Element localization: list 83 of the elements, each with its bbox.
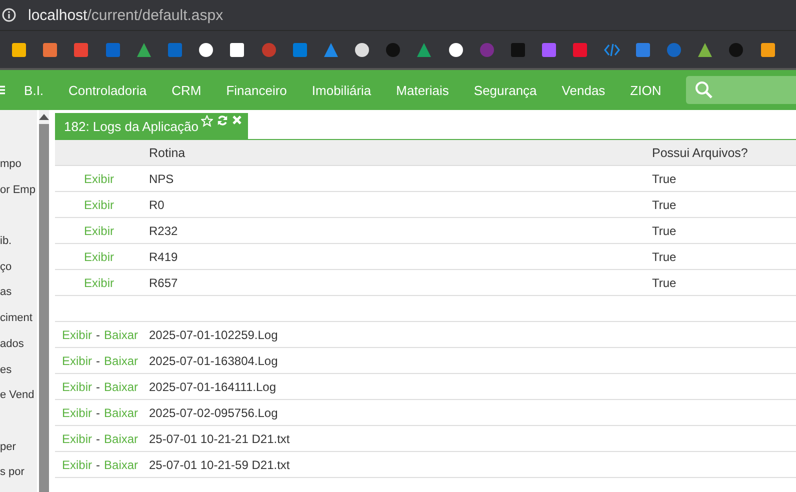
- file-name: 25-07-01 10-21-59 D21.txt: [149, 458, 290, 472]
- menu-icon[interactable]: [0, 84, 6, 96]
- file-name: 2025-07-01-164111.Log: [149, 380, 276, 394]
- circle-icon[interactable]: [448, 42, 464, 58]
- view-link[interactable]: Exibir: [84, 172, 114, 186]
- tab-title: 182: Logs da Aplicação: [64, 119, 198, 134]
- table-cell: True: [652, 198, 676, 212]
- view-link[interactable]: Exibir: [84, 198, 114, 212]
- download-link[interactable]: Baixar: [104, 432, 138, 446]
- sidebar-item[interactable]: or Emp: [0, 184, 36, 196]
- separator-text: -: [96, 432, 100, 446]
- table-cell: True: [652, 250, 676, 264]
- refresh-icon[interactable]: [217, 115, 228, 126]
- file-name: 25-07-01 10-21-21 D21.txt: [149, 432, 290, 446]
- close-icon[interactable]: [232, 115, 242, 125]
- nav-menu-item[interactable]: Imobiliária: [312, 82, 372, 98]
- nav-menu-item[interactable]: Financeiro: [226, 82, 287, 98]
- table-cell: True: [652, 224, 676, 238]
- view-link[interactable]: Exibir: [84, 224, 114, 238]
- table-cell: NPS: [149, 172, 174, 186]
- table-cell: True: [652, 172, 676, 186]
- column-header: Rotina: [149, 146, 186, 160]
- triangle-icon[interactable]: [416, 42, 432, 58]
- triangle-icon[interactable]: [136, 42, 152, 58]
- view-link[interactable]: Exibir: [62, 328, 92, 342]
- table-cell: True: [652, 276, 676, 290]
- separator-text: -: [96, 406, 100, 420]
- triangle-icon[interactable]: [322, 42, 339, 58]
- separator-text: -: [96, 380, 100, 394]
- separator-text: -: [96, 458, 100, 472]
- sidebar-item[interactable]: es: [0, 364, 12, 376]
- info-icon[interactable]: [2, 8, 16, 22]
- square-icon[interactable]: [760, 42, 776, 58]
- column-header: Possui Arquivos?: [652, 146, 749, 160]
- circle-icon[interactable]: [354, 42, 370, 58]
- view-link[interactable]: Exibir: [62, 432, 92, 446]
- sidebar-item[interactable]: per: [0, 440, 16, 453]
- url-text: localhost/current/default.aspx: [28, 6, 224, 24]
- table-cell: R657: [149, 276, 178, 290]
- view-link[interactable]: Exibir: [84, 276, 114, 290]
- nav-menu-item[interactable]: Segurança: [474, 82, 537, 98]
- view-link[interactable]: Exibir: [62, 354, 92, 368]
- sidebar-item[interactable]: ço: [0, 260, 12, 273]
- download-link[interactable]: Baixar: [104, 354, 138, 368]
- square-icon[interactable]: [229, 42, 246, 58]
- view-link[interactable]: Exibir: [62, 406, 92, 420]
- sidebar-item[interactable]: ciment: [0, 312, 32, 324]
- file-name: 2025-07-02-095756.Log: [149, 406, 278, 420]
- search-icon: [695, 81, 714, 99]
- nav-menu-item[interactable]: CRM: [172, 82, 202, 98]
- nav-menu-item[interactable]: Vendas: [562, 82, 606, 98]
- nav-menu-item[interactable]: ZION: [630, 82, 662, 98]
- table-cell: R419: [149, 250, 178, 264]
- sidebar-item[interactable]: as: [0, 286, 12, 298]
- scroll-up-icon[interactable]: [39, 114, 49, 120]
- separator-text: -: [96, 354, 100, 368]
- view-link[interactable]: Exibir: [62, 458, 92, 472]
- file-name: 2025-07-01-163804.Log: [149, 354, 278, 368]
- sidebar-item[interactable]: ib.: [0, 235, 12, 248]
- table-cell: R232: [149, 224, 178, 238]
- view-link[interactable]: Exibir: [84, 250, 114, 264]
- circle-icon[interactable]: [198, 42, 214, 58]
- sidebar-item[interactable]: e Vend: [0, 389, 34, 402]
- download-link[interactable]: Baixar: [104, 328, 138, 342]
- nav-menu-item[interactable]: Materiais: [396, 82, 449, 98]
- sidebar-item[interactable]: ados: [0, 338, 24, 350]
- download-link[interactable]: Baixar: [104, 380, 138, 394]
- nav-menu-item[interactable]: Controladoria: [68, 82, 147, 98]
- separator-text: -: [96, 328, 100, 342]
- sidebar-item[interactable]: s por: [0, 466, 24, 478]
- table-cell: R0: [149, 198, 164, 212]
- download-link[interactable]: Baixar: [104, 458, 138, 472]
- view-link[interactable]: Exibir: [62, 380, 92, 394]
- file-name: 2025-07-01-102259.Log: [149, 328, 278, 342]
- square-icon[interactable]: [11, 42, 27, 58]
- code-icon[interactable]: [604, 42, 620, 58]
- window-tab[interactable]: 182: Logs da Aplicação: [55, 113, 248, 139]
- sidebar-item[interactable]: mpo: [0, 158, 22, 170]
- star-icon[interactable]: [201, 115, 214, 127]
- search-field[interactable]: [686, 76, 796, 104]
- download-link[interactable]: Baixar: [104, 406, 138, 420]
- nav-menu-item[interactable]: B.I.: [24, 82, 44, 98]
- address-bar[interactable]: localhost/current/default.aspx: [0, 0, 796, 30]
